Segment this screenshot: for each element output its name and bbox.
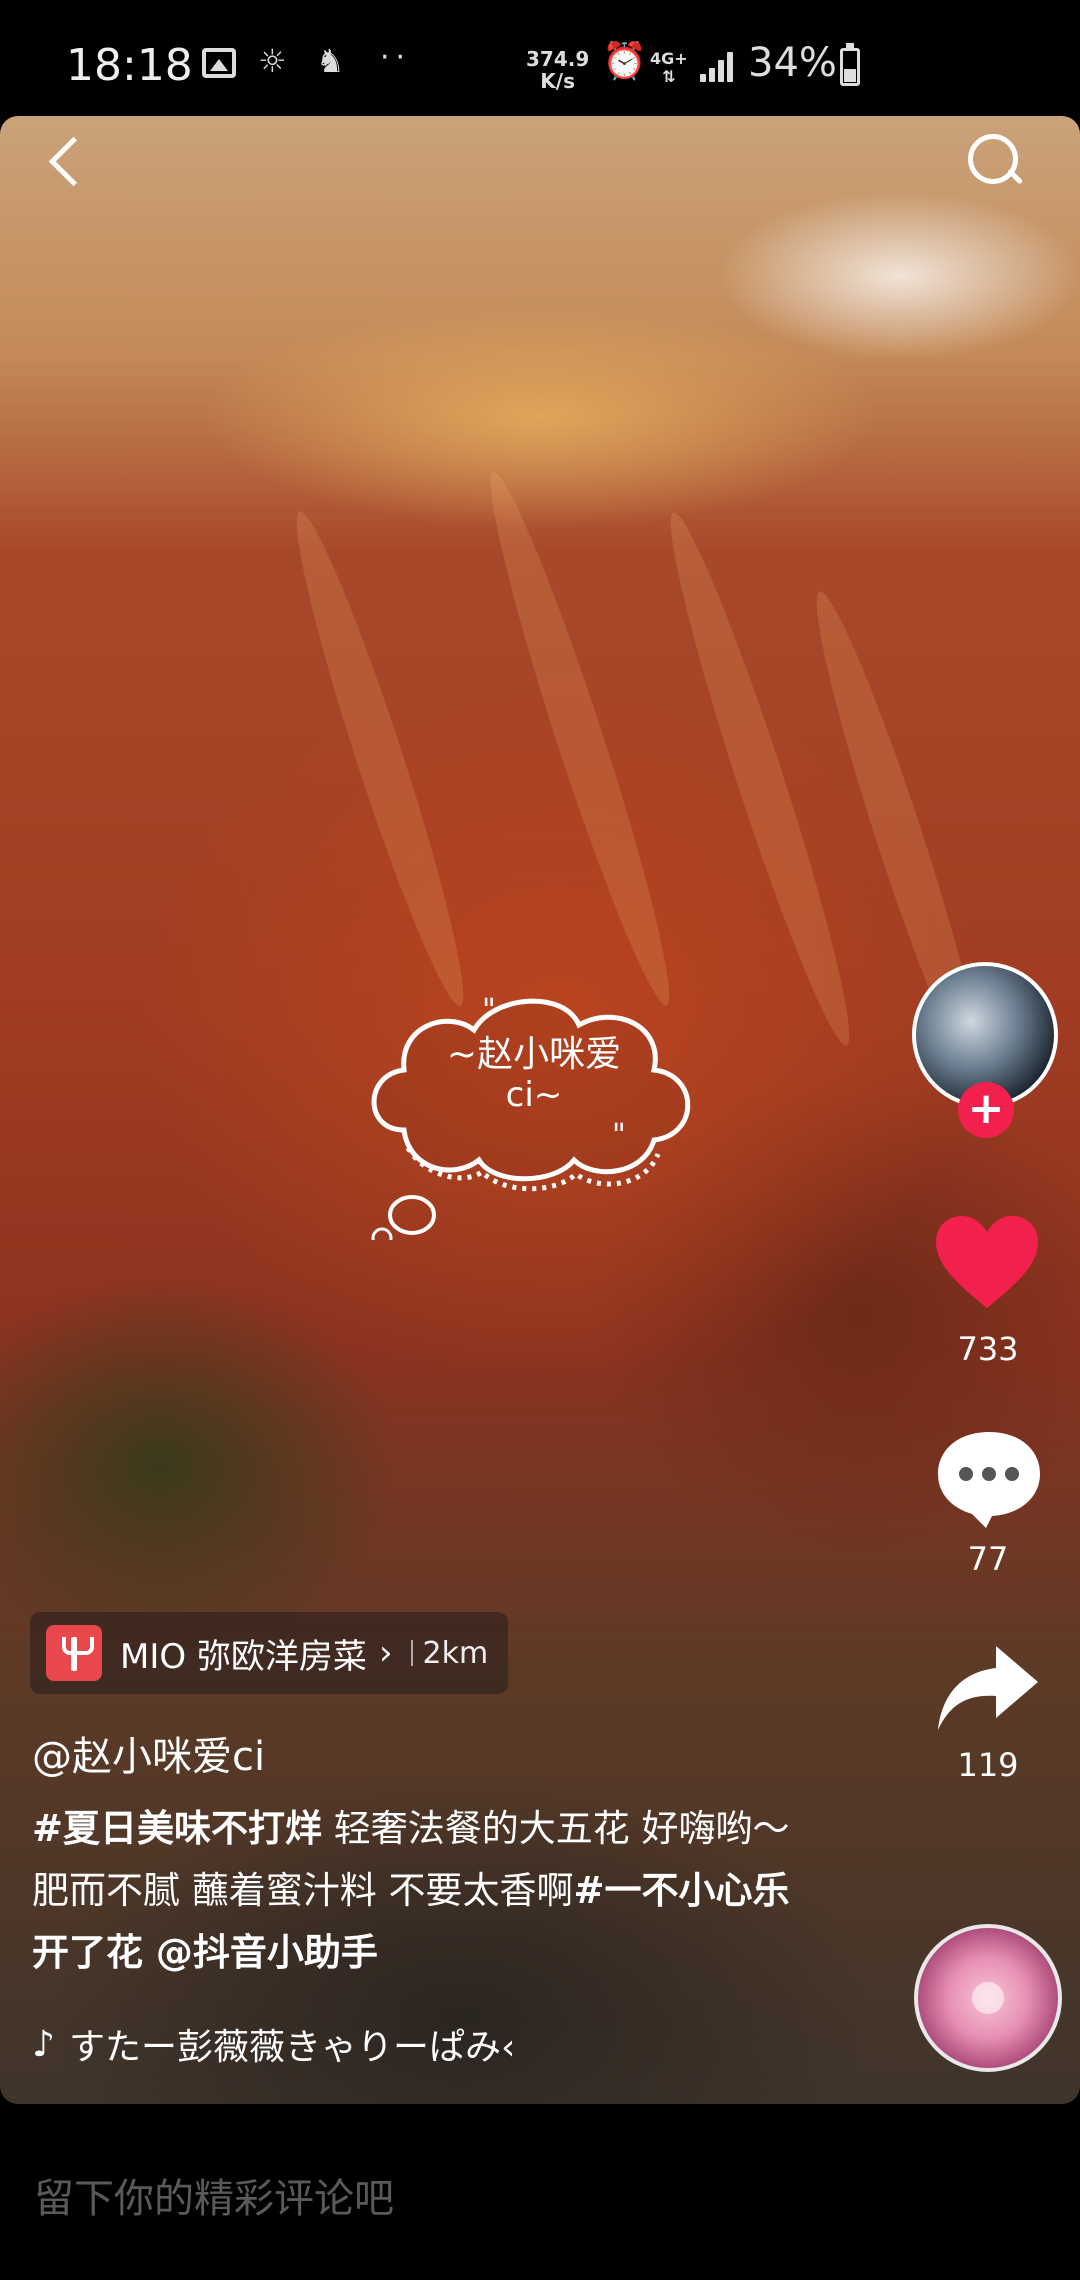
more-dots-icon: ·· — [380, 40, 412, 75]
data-arrows-icon: ⇅ — [662, 67, 676, 86]
app-notification-icon: ♞ — [316, 42, 345, 80]
alarm-icon: ⏰ — [602, 41, 647, 82]
music-info[interactable]: ♪ すたー彭薇薇きゃりーぱみ‹ — [32, 2018, 515, 2070]
follow-button[interactable]: + — [958, 1082, 1014, 1138]
share-icon[interactable] — [934, 1640, 1044, 1740]
network-type-label: 4G+ — [650, 49, 688, 68]
net-speed-unit: K/s — [540, 69, 575, 93]
comment-bar[interactable]: 留下你的精彩评论吧 — [0, 2104, 1080, 2280]
poi-tag[interactable]: MIO 弥欧洋房菜 › 2km — [30, 1612, 509, 1694]
poi-divider — [410, 1640, 413, 1666]
restaurant-fork-icon — [46, 1625, 102, 1681]
back-button[interactable] — [44, 136, 94, 186]
battery-percent: 34% — [748, 40, 837, 86]
net-speed: 374.9 K/s — [526, 48, 589, 92]
poi-name: MIO 弥欧洋房菜 — [120, 1636, 367, 1677]
network-type: 4G+ ⇅ — [650, 50, 688, 86]
mention-link[interactable]: @抖音小助手 — [143, 1931, 378, 1974]
status-bar: 18:18 ☼ ♞ ·· 374.9 K/s ⏰ 4G+ ⇅ 34% — [0, 0, 1080, 118]
sticker-text-line1: ~赵小咪爱 — [446, 1034, 622, 1075]
music-disc[interactable] — [914, 1924, 1062, 2072]
status-time: 18:18 — [66, 40, 193, 91]
hashtag-link[interactable]: #夏日美味不打烊 — [32, 1807, 322, 1850]
chevron-right-icon: › — [378, 1633, 393, 1673]
comment-count: 77 — [967, 1540, 1009, 1578]
comment-input[interactable]: 留下你的精彩评论吧 — [34, 2166, 394, 2224]
author-name[interactable]: @赵小咪爱ci — [32, 1724, 265, 1782]
svg-text:": " — [612, 1118, 626, 1153]
signal-icon — [700, 50, 736, 82]
comment-icon[interactable] — [934, 1424, 1044, 1534]
battery-icon — [840, 43, 860, 86]
post-caption: #夏日美味不打烊 轻奢法餐的大五花 好嗨哟～肥而不腻 蘸着蜜汁料 不要太香啊#一… — [32, 1798, 792, 1984]
search-button[interactable] — [964, 130, 1028, 194]
net-speed-value: 374.9 — [526, 47, 590, 71]
like-count: 733 — [957, 1330, 1019, 1368]
poi-distance: 2km — [422, 1635, 489, 1671]
sticker-text-line2: ci~ — [505, 1075, 563, 1115]
music-note-icon: ♪ — [32, 2023, 55, 2065]
weather-icon: ☼ — [258, 42, 287, 80]
gallery-icon — [202, 48, 236, 78]
music-title: すたー彭薇薇きゃりーぱみ‹ — [68, 2027, 516, 2068]
heart-icon[interactable] — [932, 1210, 1042, 1320]
share-count: 119 — [957, 1746, 1019, 1784]
text-sticker: " " ~赵小咪爱 ci~ — [364, 980, 704, 1240]
svg-text:": " — [482, 993, 496, 1028]
